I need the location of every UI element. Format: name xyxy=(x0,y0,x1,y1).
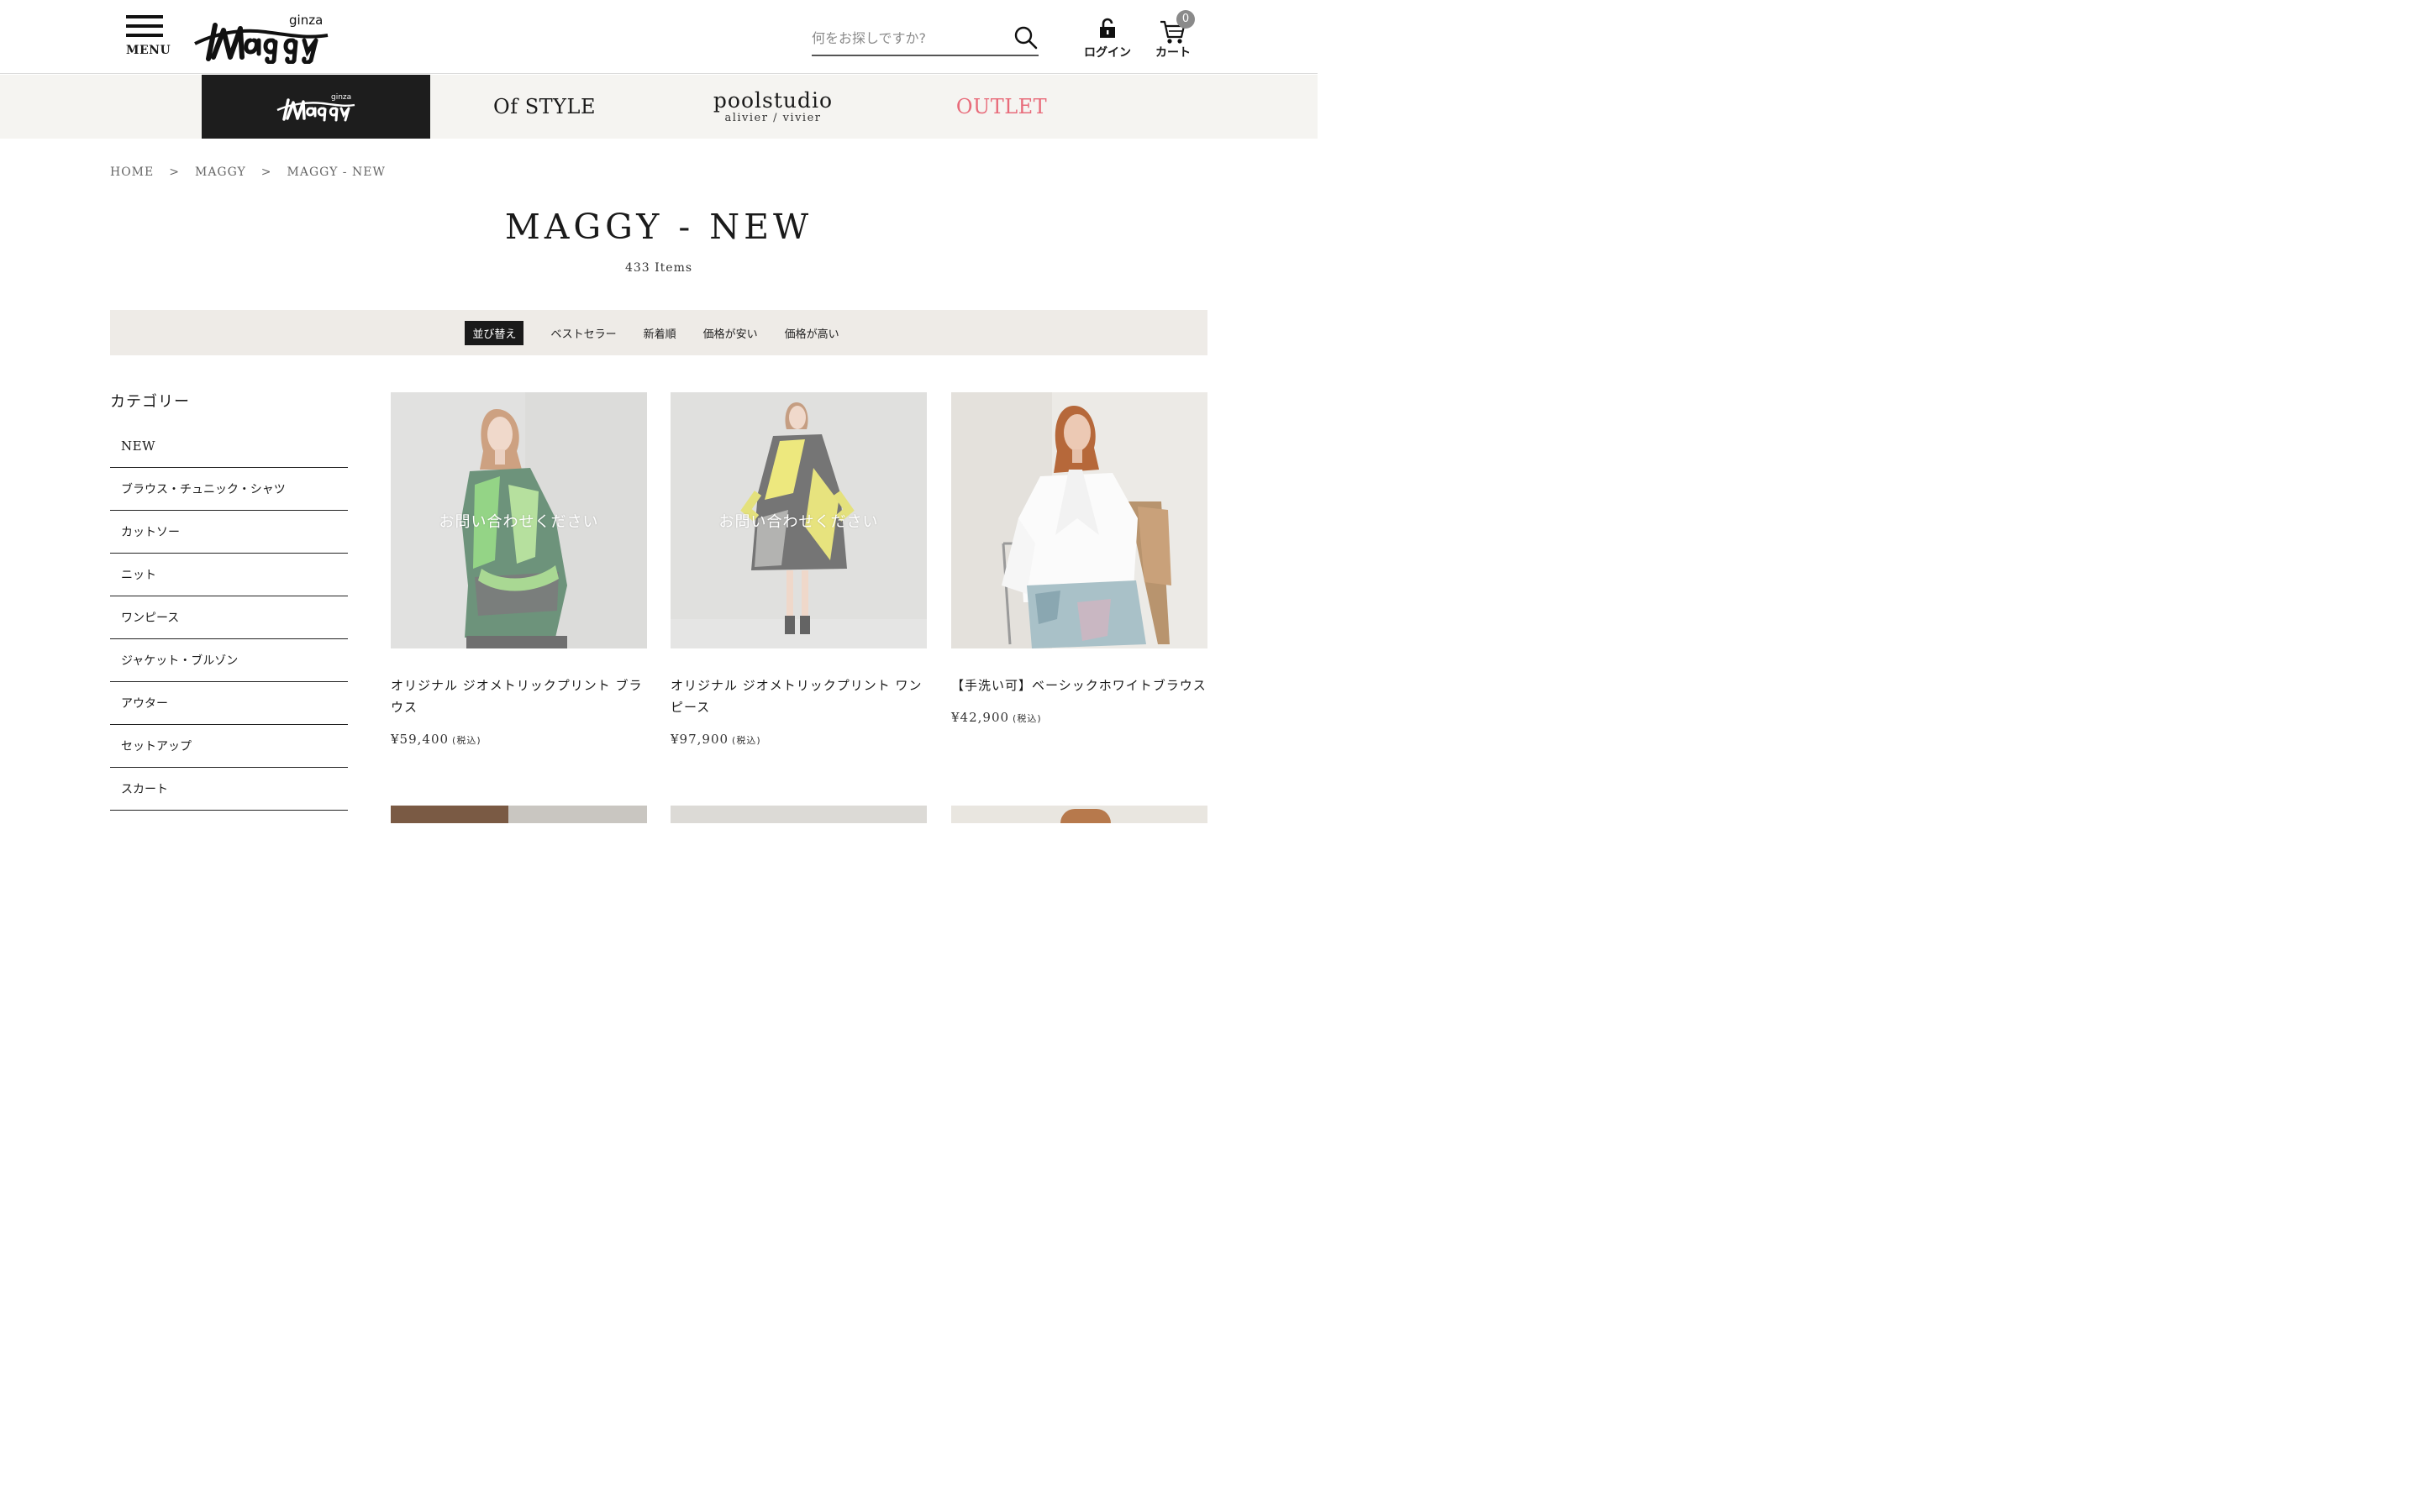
sort-option-price-high[interactable]: 価格が高い xyxy=(785,325,839,341)
category-item-cutsew[interactable]: カットソー xyxy=(110,511,348,554)
product-name[interactable]: オリジナル ジオメトリックプリント ブラウス xyxy=(391,675,647,718)
item-count: 433 Items xyxy=(624,261,693,275)
product-image[interactable]: お問い合わせください xyxy=(391,392,647,648)
sort-option-price-low[interactable]: 価格が安い xyxy=(703,325,758,341)
brand-navigation: ginza Of STYLE poolstudio alivier / vivi… xyxy=(0,75,1318,139)
contact-overlay: お問い合わせください xyxy=(671,392,927,648)
product-image[interactable] xyxy=(951,392,1207,648)
menu-label: MENU xyxy=(126,44,171,57)
tax-label: (税込) xyxy=(1013,713,1042,724)
cart-button[interactable]: 0 カート xyxy=(1150,10,1197,60)
login-label: ログイン xyxy=(1084,46,1131,60)
brand-tab-maggy[interactable]: ginza xyxy=(202,75,430,139)
brand-poolstudio-label: poolstudio xyxy=(713,87,834,113)
brand-tab-poolstudio[interactable]: poolstudio alivier / vivier xyxy=(659,75,887,139)
breadcrumb-separator: > xyxy=(169,165,180,179)
maggy-logo[interactable]: ginza xyxy=(190,10,333,65)
lock-icon xyxy=(1100,18,1115,38)
breadcrumb-current: MAGGY - NEW xyxy=(287,165,386,179)
sort-label: 並び替え xyxy=(465,320,524,345)
product-card: お問い合わせください オリジナル ジオメトリックプリント ワンピース ¥97,9… xyxy=(671,392,927,747)
contact-overlay: お問い合わせください xyxy=(391,392,647,648)
product-image[interactable] xyxy=(671,806,927,823)
product-price: ¥97,900 (税込) xyxy=(671,732,927,747)
product-card: お問い合わせください オリジナル ジオメトリックプリント ブラウス ¥59,40… xyxy=(391,392,647,747)
search-input[interactable] xyxy=(812,25,1005,50)
breadcrumb-maggy[interactable]: MAGGY xyxy=(195,165,246,179)
cart-count-badge: 0 xyxy=(1176,10,1195,29)
category-item-outer[interactable]: アウター xyxy=(110,682,348,725)
product-image[interactable]: お問い合わせください xyxy=(671,392,927,648)
brand-tab-outlet[interactable]: OUTLET xyxy=(887,75,1116,139)
search-icon[interactable] xyxy=(1013,25,1039,50)
brand-outlet-label: OUTLET xyxy=(955,95,1048,118)
breadcrumb: HOME > MAGGY > MAGGY - NEW xyxy=(110,165,386,179)
sort-option-bestseller[interactable]: ベストセラー xyxy=(550,325,616,341)
tax-label: (税込) xyxy=(452,735,481,746)
svg-text:ginza: ginza xyxy=(289,13,323,28)
product-image[interactable] xyxy=(391,806,647,823)
site-header: MENU ginza ログイン xyxy=(0,0,1318,74)
sort-option-newest[interactable]: 新着順 xyxy=(644,325,676,341)
product-card: 【手洗い可】ベーシックホワイトブラウス ¥42,900 (税込) xyxy=(951,392,1207,725)
product-image[interactable] xyxy=(951,806,1207,823)
hamburger-icon xyxy=(126,15,166,37)
product-name[interactable]: 【手洗い可】ベーシックホワイトブラウス xyxy=(951,675,1207,696)
brand-tab-ofstyle[interactable]: Of STYLE xyxy=(430,75,659,139)
category-heading: カテゴリー xyxy=(110,393,190,411)
menu-button[interactable]: MENU xyxy=(126,15,171,59)
category-item-setup[interactable]: セットアップ xyxy=(110,725,348,768)
category-item-skirt[interactable]: スカート xyxy=(110,768,348,811)
price-value: ¥42,900 xyxy=(951,710,1010,725)
tax-label: (税込) xyxy=(732,735,761,746)
breadcrumb-separator: > xyxy=(260,165,272,179)
price-value: ¥59,400 xyxy=(391,732,450,747)
product-name[interactable]: オリジナル ジオメトリックプリント ワンピース xyxy=(671,675,927,718)
sort-bar: 並び替え ベストセラー 新着順 価格が安い 価格が高い xyxy=(110,310,1207,355)
product-price: ¥59,400 (税込) xyxy=(391,732,647,747)
maggy-logo-white: ginza xyxy=(276,93,355,122)
login-button[interactable]: ログイン xyxy=(1082,17,1133,60)
category-list: NEW ブラウス・チュニック・シャツ カットソー ニット ワンピース ジャケット… xyxy=(110,425,348,811)
category-item-knit[interactable]: ニット xyxy=(110,554,348,596)
svg-text:ginza: ginza xyxy=(331,93,351,102)
category-item-blouse[interactable]: ブラウス・チュニック・シャツ xyxy=(110,468,348,511)
price-value: ¥97,900 xyxy=(671,732,729,747)
search-box xyxy=(812,20,1039,56)
product-price: ¥42,900 (税込) xyxy=(951,710,1207,725)
brand-poolstudio-sub: alivier / vivier xyxy=(724,111,822,124)
cart-label: カート xyxy=(1155,46,1191,60)
page-title: MAGGY - NEW xyxy=(504,207,813,247)
breadcrumb-home[interactable]: HOME xyxy=(110,165,154,179)
brand-ofstyle-label: Of STYLE xyxy=(493,95,596,118)
category-item-jacket[interactable]: ジャケット・ブルゾン xyxy=(110,639,348,682)
category-item-onepiece[interactable]: ワンピース xyxy=(110,596,348,639)
category-item-new[interactable]: NEW xyxy=(110,425,348,468)
